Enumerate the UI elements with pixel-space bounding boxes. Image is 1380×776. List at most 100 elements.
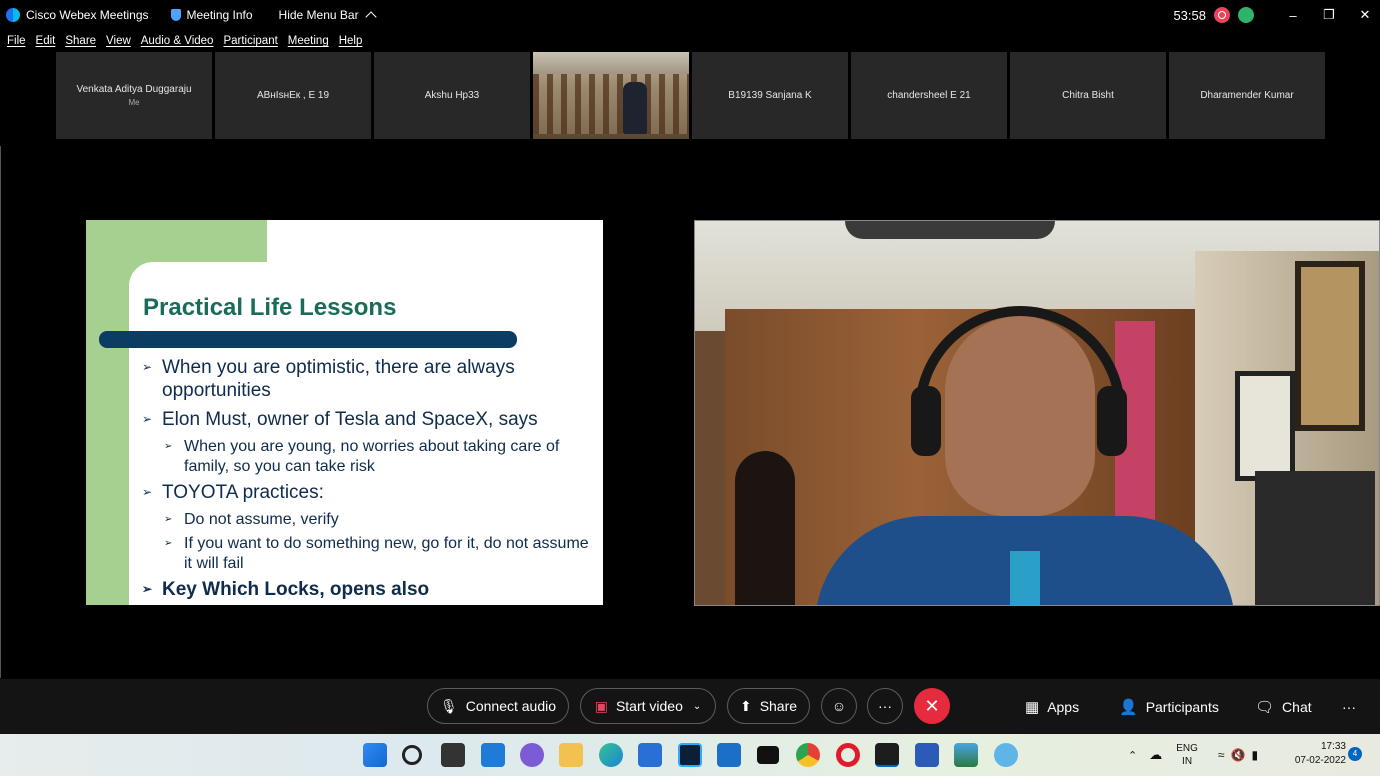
- widgets-icon[interactable]: [481, 743, 505, 767]
- teams-chat-icon[interactable]: [520, 743, 544, 767]
- webex-taskbar-icon[interactable]: [875, 743, 899, 767]
- participant-strip: Venkata Aditya Duggaraju Me ABнIsнEк , E…: [56, 52, 1328, 140]
- chevron-down-icon[interactable]: ⌄: [693, 701, 701, 712]
- participants-label: Participants: [1145, 698, 1219, 715]
- participant-name: ABнIsнEк , E 19: [256, 90, 330, 101]
- menu-meeting[interactable]: Meeting: [288, 35, 329, 47]
- meeting-controls: 🎙 Connect audio ▣ Start video ⌄ ⬆ Share …: [0, 679, 1380, 734]
- word-icon[interactable]: [915, 743, 939, 767]
- shared-slide: Practical Life Lessons When you are opti…: [86, 220, 603, 605]
- slide-title: Practical Life Lessons: [143, 294, 397, 321]
- menu-share[interactable]: Share: [65, 35, 96, 47]
- menu-edit[interactable]: Edit: [36, 35, 56, 47]
- app-name: Cisco Webex Meetings: [26, 8, 149, 22]
- end-meeting-button[interactable]: ✕: [914, 688, 950, 724]
- participant-tile[interactable]: Akshu Hp33: [374, 52, 530, 139]
- language-indicator[interactable]: ENG IN: [1176, 742, 1198, 768]
- apps-button[interactable]: ▦ Apps: [1025, 679, 1079, 734]
- participants-icon: 👤: [1119, 698, 1138, 716]
- menu-audio-video[interactable]: Audio & Video: [141, 35, 214, 47]
- chat-button[interactable]: 🗨 Chat: [1255, 679, 1312, 734]
- video-picture-frame: [1295, 261, 1365, 431]
- notification-badge[interactable]: 4: [1348, 747, 1362, 761]
- start-video-label: Start video: [615, 698, 683, 714]
- meeting-info-button[interactable]: Meeting Info: [170, 8, 253, 22]
- language-code: ENG: [1176, 743, 1198, 754]
- slide-sub-bullet: When you are young, no worries about tak…: [164, 437, 592, 477]
- video-ceiling-fan: [845, 221, 1055, 239]
- dropbox-icon[interactable]: [757, 746, 779, 764]
- app-title: Cisco Webex Meetings: [6, 8, 149, 22]
- speaker-tie: [1010, 551, 1040, 605]
- overflow-menu-button[interactable]: ···: [1342, 679, 1356, 734]
- share-button[interactable]: ⬆ Share: [727, 688, 810, 724]
- shield-icon: [170, 9, 181, 21]
- share-icon: ⬆: [739, 697, 752, 714]
- connect-audio-label: Connect audio: [465, 698, 557, 714]
- share-label: Share: [759, 698, 798, 714]
- speaker-video[interactable]: [694, 220, 1380, 606]
- hide-menu-bar-button[interactable]: Hide Menu Bar: [279, 8, 377, 23]
- connect-audio-button[interactable]: 🎙 Connect audio: [427, 688, 569, 724]
- photos-icon[interactable]: [954, 743, 978, 767]
- participant-me-label: Me: [128, 98, 140, 107]
- restore-button[interactable]: ❐: [1314, 7, 1344, 23]
- minimize-button[interactable]: –: [1278, 8, 1308, 23]
- participant-tile[interactable]: ABнIsнEк , E 19: [215, 52, 371, 139]
- start-icon[interactable]: [363, 743, 387, 767]
- participant-video-tile[interactable]: [533, 52, 689, 139]
- participant-tile[interactable]: Chitra Bisht: [1010, 52, 1166, 139]
- participants-button[interactable]: 👤 Participants: [1119, 679, 1219, 734]
- participant-name: Chitra Bisht: [1062, 90, 1114, 101]
- slide-bullet: Elon Must, owner of Tesla and SpaceX, sa…: [142, 408, 592, 431]
- video-picture-frame: [1235, 371, 1295, 481]
- video-off-icon: ▣: [594, 697, 608, 714]
- close-window-button[interactable]: ✕: [1350, 7, 1380, 23]
- headphones-left-cup: [911, 386, 941, 456]
- clock-date: 07-02-2022: [1294, 755, 1346, 766]
- video-speaker-figure: [815, 306, 1235, 605]
- slide-bullet: TOYOTA practices:: [142, 481, 592, 504]
- task-view-icon[interactable]: [441, 743, 465, 767]
- recording-icon[interactable]: [1214, 7, 1230, 23]
- store-icon[interactable]: [638, 743, 662, 767]
- close-icon: ✕: [924, 695, 940, 716]
- system-tray: ⌃ ☁ ENG IN ≈ 🔇 ▮: [1128, 734, 1258, 776]
- participant-tile[interactable]: B19139 Sanjana K: [692, 52, 848, 139]
- slide-sub-bullet: Do not assume, verify: [164, 510, 592, 530]
- opera-icon[interactable]: [836, 743, 860, 767]
- menu-participant[interactable]: Participant: [223, 35, 277, 47]
- mail-icon[interactable]: [717, 743, 741, 767]
- webex-logo-icon: [6, 8, 20, 22]
- participant-name: chandersheel E 21: [887, 90, 971, 101]
- clock-time: 17:33: [1320, 741, 1346, 752]
- participant-tile[interactable]: Dharamender Kumar: [1169, 52, 1325, 139]
- chevron-up-tray-icon[interactable]: ⌃: [1128, 749, 1137, 762]
- participant-name: B19139 Sanjana K: [728, 90, 812, 101]
- battery-icon[interactable]: ▮: [1251, 748, 1258, 762]
- chrome-icon[interactable]: [796, 743, 820, 767]
- maps-icon[interactable]: [994, 743, 1018, 767]
- menu-help[interactable]: Help: [339, 35, 363, 47]
- chat-icon: 🗨: [1255, 698, 1275, 716]
- edge-browser-icon[interactable]: [599, 743, 623, 767]
- file-explorer-icon[interactable]: [559, 743, 583, 767]
- title-bar: Cisco Webex Meetings Meeting Info Hide M…: [0, 0, 1380, 30]
- participant-tile[interactable]: chandersheel E 21: [851, 52, 1007, 139]
- volume-muted-icon[interactable]: 🔇: [1230, 748, 1245, 762]
- start-video-button[interactable]: ▣ Start video ⌄: [580, 688, 716, 724]
- network-health-icon[interactable]: [1238, 7, 1254, 23]
- participant-name: Dharamender Kumar: [1200, 90, 1294, 101]
- participant-tile[interactable]: Venkata Aditya Duggaraju Me: [56, 52, 212, 139]
- photoshop-icon[interactable]: [678, 743, 702, 767]
- search-icon[interactable]: [402, 745, 422, 765]
- more-options-button[interactable]: ···: [867, 688, 903, 724]
- wifi-icon[interactable]: ≈: [1218, 748, 1225, 762]
- menu-view[interactable]: View: [106, 35, 131, 47]
- headphones-right-cup: [1097, 386, 1127, 456]
- taskbar-clock[interactable]: 17:33 07-02-2022: [1295, 740, 1346, 768]
- reactions-button[interactable]: ☺: [821, 688, 857, 724]
- onedrive-icon[interactable]: ☁: [1149, 747, 1162, 763]
- windows-taskbar: ⌃ ☁ ENG IN ≈ 🔇 ▮ 17:33 07-02-2022 4: [0, 734, 1380, 776]
- menu-file[interactable]: File: [7, 35, 26, 47]
